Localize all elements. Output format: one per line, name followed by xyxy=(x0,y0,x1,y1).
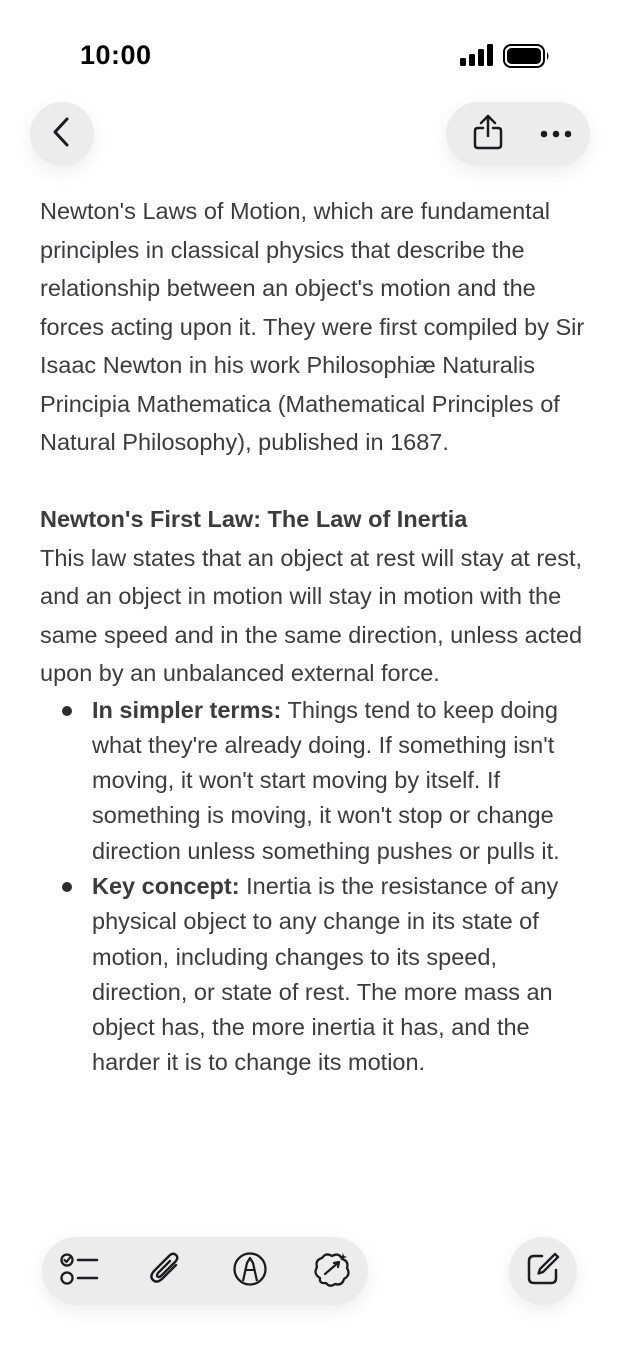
more-button[interactable] xyxy=(526,102,586,166)
section-heading: Newton's First Law: The Law of Inertia xyxy=(40,506,468,532)
note-intro-paragraph: Newton's Laws of Motion, which are funda… xyxy=(40,198,585,455)
back-button[interactable] xyxy=(30,102,94,166)
paperclip-icon xyxy=(149,1251,181,1292)
checklist-icon xyxy=(60,1251,100,1292)
bullet-item: Key concept: Inertia is the resistance o… xyxy=(40,869,590,1081)
battery-icon xyxy=(503,44,551,73)
bullet-text: Inertia is the resistance of any physica… xyxy=(92,872,559,1076)
share-icon xyxy=(472,113,504,156)
compose-icon xyxy=(525,1251,561,1292)
bullet-item: In simpler terms: Things tend to keep do… xyxy=(40,693,590,869)
status-time: 10:00 xyxy=(80,40,152,70)
note-body[interactable]: Newton's Laws of Motion, which are funda… xyxy=(40,192,590,1081)
cellular-signal-icon xyxy=(460,44,493,71)
markup-button[interactable] xyxy=(220,1237,280,1305)
apple-intelligence-button[interactable] xyxy=(302,1237,362,1305)
status-bar: 10:00 xyxy=(0,0,620,110)
bullet-label: In simpler terms: xyxy=(92,696,282,723)
compose-button[interactable] xyxy=(509,1237,577,1305)
bullet-label: Key concept: xyxy=(92,872,240,899)
chevron-left-icon xyxy=(51,116,73,153)
attachment-button[interactable] xyxy=(135,1237,195,1305)
section-paragraph: This law states that an object at rest w… xyxy=(40,544,583,687)
markup-pen-icon xyxy=(232,1251,268,1292)
bottom-toolbar xyxy=(42,1237,368,1305)
checklist-button[interactable] xyxy=(50,1237,110,1305)
share-button[interactable] xyxy=(458,102,518,166)
nav-actions-pill xyxy=(446,102,590,166)
ellipsis-icon xyxy=(540,125,572,143)
apple-intelligence-icon xyxy=(312,1250,352,1293)
bullet-list: In simpler terms: Things tend to keep do… xyxy=(40,693,590,1081)
